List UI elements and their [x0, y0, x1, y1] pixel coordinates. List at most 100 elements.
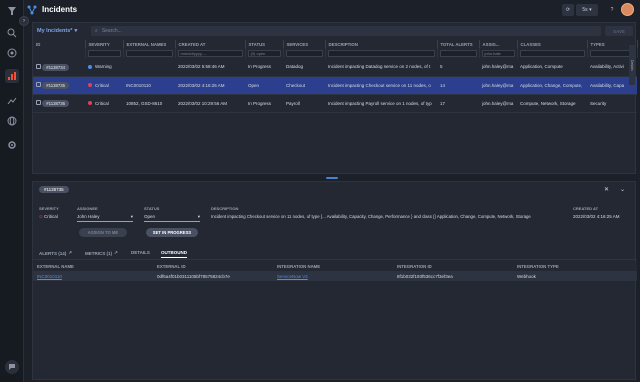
status-select[interactable]: Open ▾ — [144, 214, 200, 222]
table-toolbar: My Incidents* ▾ ⌕ Search... SAVE — [33, 23, 637, 39]
chevron-down-icon[interactable]: ⌄ — [620, 186, 625, 193]
filter-classes[interactable] — [519, 49, 585, 57]
column-header-description[interactable]: DESCRIPTION — [325, 40, 438, 48]
integration-id-cell: 8f1b032f193f536cc7f3ef3ea — [393, 271, 513, 281]
set-in-progress-button[interactable]: SET IN PROGRESS — [146, 228, 198, 237]
critical-icon: ⊙ — [39, 214, 43, 219]
assignee-value: John Haley — [77, 214, 100, 219]
column-header-classes[interactable]: CLASSES — [517, 40, 588, 48]
row-checkbox[interactable] — [36, 100, 41, 105]
tab-metrics[interactable]: METRICS (1) ↗ — [85, 250, 118, 256]
save-button[interactable]: SAVE — [605, 26, 633, 36]
description-label: DESCRIPTION — [211, 206, 239, 211]
severity-text: Critical — [95, 100, 109, 106]
column-header-severity[interactable]: SEVERITY — [85, 40, 124, 48]
filter-assignee-cell: john.hale — [479, 48, 518, 58]
severity-dot-icon — [88, 83, 92, 88]
globe-icon[interactable] — [5, 114, 19, 128]
external-link-icon: ↗ — [114, 250, 118, 255]
integration-name-cell: ServiceNow V2 — [273, 271, 393, 281]
status-value: Open — [144, 214, 156, 219]
help-button[interactable]: ? — [606, 4, 618, 16]
incidents-chart-icon[interactable] — [5, 69, 19, 83]
filter-total-alerts[interactable] — [439, 49, 477, 57]
tab-outbound[interactable]: OUTBOUND — [161, 250, 187, 258]
row-checkbox[interactable] — [36, 82, 41, 87]
details-side-tab[interactable]: Details — [629, 45, 635, 85]
chat-icon[interactable] — [5, 360, 19, 374]
topbar: Incidents ⟳ 5s ▾ ? — [24, 0, 640, 20]
search-icon: ⌕ — [95, 28, 98, 34]
column-header-created-at[interactable]: CREATED AT — [175, 40, 246, 48]
filter-external-names[interactable] — [125, 49, 173, 57]
assign-to-me-button[interactable]: ASSIGN TO ME — [79, 228, 127, 237]
cluster-icon[interactable] — [5, 46, 19, 60]
service-cell: Payroll — [283, 94, 325, 113]
filter-assignee[interactable]: john.hale — [481, 49, 515, 57]
chevron-down-icon: ▾ — [130, 214, 133, 219]
assignee-cell: john.haley@ma — [479, 76, 517, 95]
assignee-cell: john.haley@ma — [479, 94, 517, 113]
created-label: CREATED AT — [573, 206, 599, 211]
filter-services[interactable] — [285, 49, 323, 57]
tab-alerts[interactable]: ALERTS (14) ↗ — [39, 250, 72, 256]
types-cell: Security — [587, 94, 637, 113]
id-cell: #1138736 — [33, 94, 85, 113]
external-cell: INC0010110 — [123, 76, 175, 95]
classes-cell: Application, Compute — [517, 58, 587, 77]
chevron-down-icon: ▾ — [74, 28, 78, 34]
severity-dot-icon — [88, 65, 92, 70]
alerts-cell: 5 — [437, 58, 479, 77]
column-header-integration-id: INTEGRATION ID — [393, 262, 513, 271]
filter-description[interactable] — [327, 49, 435, 57]
column-header-integration-type: INTEGRATION TYPE — [513, 262, 637, 271]
integration-name-link[interactable]: ServiceNow V2 — [277, 274, 308, 279]
table-row[interactable]: #1138734 Warning 2022/03/02 5:58:46 AM I… — [33, 58, 637, 77]
table-row-selected[interactable]: #1138735 Critical INC0010110 2022/03/02 … — [33, 76, 637, 95]
collapse-sidebar-button[interactable]: › — [19, 16, 29, 26]
service-cell: Checkout — [283, 76, 325, 95]
view-selector[interactable]: My Incidents* ▾ — [37, 26, 77, 36]
app-logo-icon[interactable] — [5, 4, 19, 18]
filter-row: mm/dd/yyyy, -- (0) open john.hale — [33, 48, 638, 58]
avatar[interactable] — [621, 3, 634, 16]
filter-classes-cell — [517, 48, 588, 58]
sidebar — [0, 0, 24, 382]
refresh-icon[interactable]: ⟳ — [562, 4, 574, 16]
search-icon[interactable] — [5, 26, 19, 40]
filter-external-cell — [123, 48, 176, 58]
filter-description-cell — [325, 48, 438, 58]
tab-metrics-label: METRICS (1) — [85, 250, 112, 256]
filter-severity[interactable] — [87, 49, 121, 57]
created-cell: 2022/03/02 10:29:56 AM — [175, 94, 245, 113]
column-header-status[interactable]: STATUS — [245, 40, 284, 48]
tab-details[interactable]: DETAILS — [131, 250, 150, 255]
close-icon[interactable]: ✕ — [604, 186, 609, 193]
incident-detail-panel: #1138735 ✕ ⌄ SEVERITY ⊙ Critical ASSIGNE… — [32, 181, 637, 380]
tab-alerts-label: ALERTS (14) — [39, 250, 67, 256]
filter-created-cell: mm/dd/yyyy, -- — [175, 48, 246, 58]
external-name-link[interactable]: INC0010110 — [37, 274, 62, 279]
search-input[interactable]: ⌕ Search... — [91, 26, 601, 36]
status-cell: In Progress — [245, 94, 283, 113]
incident-id-tag[interactable]: #1138735 — [42, 82, 70, 89]
row-checkbox[interactable] — [36, 63, 41, 69]
filter-created-at[interactable]: mm/dd/yyyy, -- — [177, 49, 243, 57]
metrics-icon[interactable] — [5, 94, 19, 108]
table-row[interactable]: #1138736 Critical 10852, GSD-8610 2022/0… — [33, 94, 637, 113]
column-header-external-names[interactable]: EXTERNAL NAMES — [123, 40, 176, 48]
column-header-services[interactable]: SERVICES — [283, 40, 326, 48]
assignee-select[interactable]: John Haley ▾ — [77, 214, 133, 222]
incident-id-tag[interactable]: #1138734 — [42, 63, 70, 71]
column-header-id[interactable]: ID — [33, 40, 86, 48]
refresh-interval-select[interactable]: 5s ▾ — [576, 4, 598, 16]
filter-types[interactable] — [589, 49, 635, 57]
settings-gear-icon[interactable] — [5, 138, 19, 152]
column-header-total-alerts[interactable]: TOTAL ALERTS — [437, 40, 480, 48]
filter-status[interactable]: (0) open — [247, 49, 281, 57]
severity-text: Critical — [95, 82, 109, 88]
detail-tabs: ALERTS (14) ↗ METRICS (1) ↗ DETAILS OUTBOU… — [33, 248, 637, 260]
incident-id-tag[interactable]: #1138736 — [42, 100, 70, 107]
panel-resize-handle[interactable] — [326, 177, 338, 179]
column-header-assignee[interactable]: ASSIG... — [479, 40, 518, 48]
